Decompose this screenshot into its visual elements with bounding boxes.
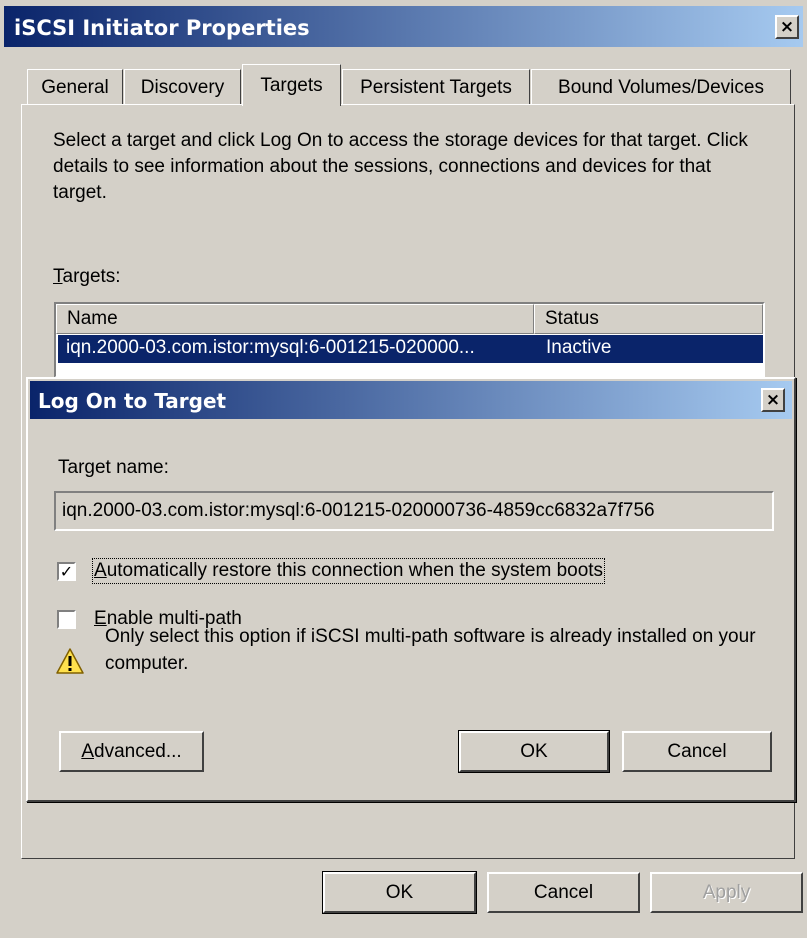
dialog-title: Log On to Target: [38, 389, 227, 413]
check-icon: ✓: [59, 561, 74, 581]
mnemonic-letter: A: [81, 740, 94, 762]
multipath-warning-text: Only select this option if iSCSI multi-p…: [105, 626, 756, 674]
tab-label: General: [41, 76, 109, 98]
column-header-label: Status: [545, 308, 599, 329]
dialog-title-bar[interactable]: Log On to Target ×: [30, 381, 792, 419]
label-text: argets:: [62, 266, 121, 287]
dialog-ok-button[interactable]: OK: [458, 730, 610, 773]
mnemonic-letter: A: [94, 560, 107, 581]
target-name-label: Target name:: [58, 457, 169, 478]
multipath-checkbox[interactable]: [57, 610, 76, 629]
advanced-button[interactable]: Advanced...: [59, 731, 204, 772]
label-text: dvanced...: [94, 740, 182, 762]
log-on-to-target-dialog: Log On to Target × Target name: iqn.2000…: [26, 377, 796, 802]
tab-label: Bound Volumes/Devices: [558, 76, 764, 98]
button-label: Advanced...: [81, 741, 181, 763]
button-label: Cancel: [667, 740, 727, 762]
button-label: OK: [520, 740, 548, 762]
warning-icon: [56, 648, 84, 674]
tab-targets[interactable]: Targets: [242, 64, 341, 106]
close-icon: ×: [779, 16, 795, 37]
button-label: OK: [385, 881, 414, 903]
target-name-cell: iqn.2000-03.com.istor:mysql:6-001215-020…: [66, 337, 475, 358]
tab-bound-volumes-devices[interactable]: Bound Volumes/Devices: [531, 69, 791, 105]
tab-discovery[interactable]: Discovery: [124, 69, 241, 105]
cancel-button[interactable]: Cancel: [487, 872, 640, 913]
tab-label: Targets: [260, 74, 323, 96]
column-header-name[interactable]: Name: [56, 304, 534, 334]
column-header-label: Name: [67, 308, 118, 329]
dialog-close-button[interactable]: ×: [761, 388, 785, 412]
close-icon: ×: [765, 389, 781, 410]
tab-label: Persistent Targets: [360, 76, 512, 98]
tab-general[interactable]: General: [27, 69, 123, 105]
targets-description: Select a target and click Log On to acce…: [53, 130, 748, 203]
tab-label: Discovery: [140, 76, 225, 98]
apply-button[interactable]: Apply: [650, 872, 803, 913]
button-label: Cancel: [533, 881, 594, 903]
window-title-bar[interactable]: iSCSI Initiator Properties: [4, 6, 803, 47]
targets-list-label: Targets:: [53, 266, 121, 288]
window-title: iSCSI Initiator Properties: [14, 16, 310, 40]
button-label: Apply: [702, 881, 751, 903]
auto-restore-checkbox[interactable]: ✓: [57, 562, 76, 581]
window-close-button[interactable]: ×: [775, 15, 799, 39]
label-text: utomatically restore this connection whe…: [106, 560, 604, 581]
auto-restore-label[interactable]: Automatically restore this connection wh…: [91, 558, 606, 584]
column-header-status[interactable]: Status: [534, 304, 763, 334]
tab-persistent-targets[interactable]: Persistent Targets: [342, 69, 530, 105]
table-row[interactable]: iqn.2000-03.com.istor:mysql:6-001215-020…: [58, 335, 763, 363]
targets-list[interactable]: Name Status iqn.2000-03.com.istor:mysql:…: [54, 302, 765, 378]
target-name-value: iqn.2000-03.com.istor:mysql:6-001215-020…: [62, 500, 655, 521]
dialog-cancel-button[interactable]: Cancel: [622, 731, 772, 772]
mnemonic-letter: T: [53, 266, 63, 287]
target-status-cell: Inactive: [546, 337, 612, 358]
target-name-field[interactable]: iqn.2000-03.com.istor:mysql:6-001215-020…: [54, 491, 774, 531]
ok-button[interactable]: OK: [322, 871, 477, 914]
